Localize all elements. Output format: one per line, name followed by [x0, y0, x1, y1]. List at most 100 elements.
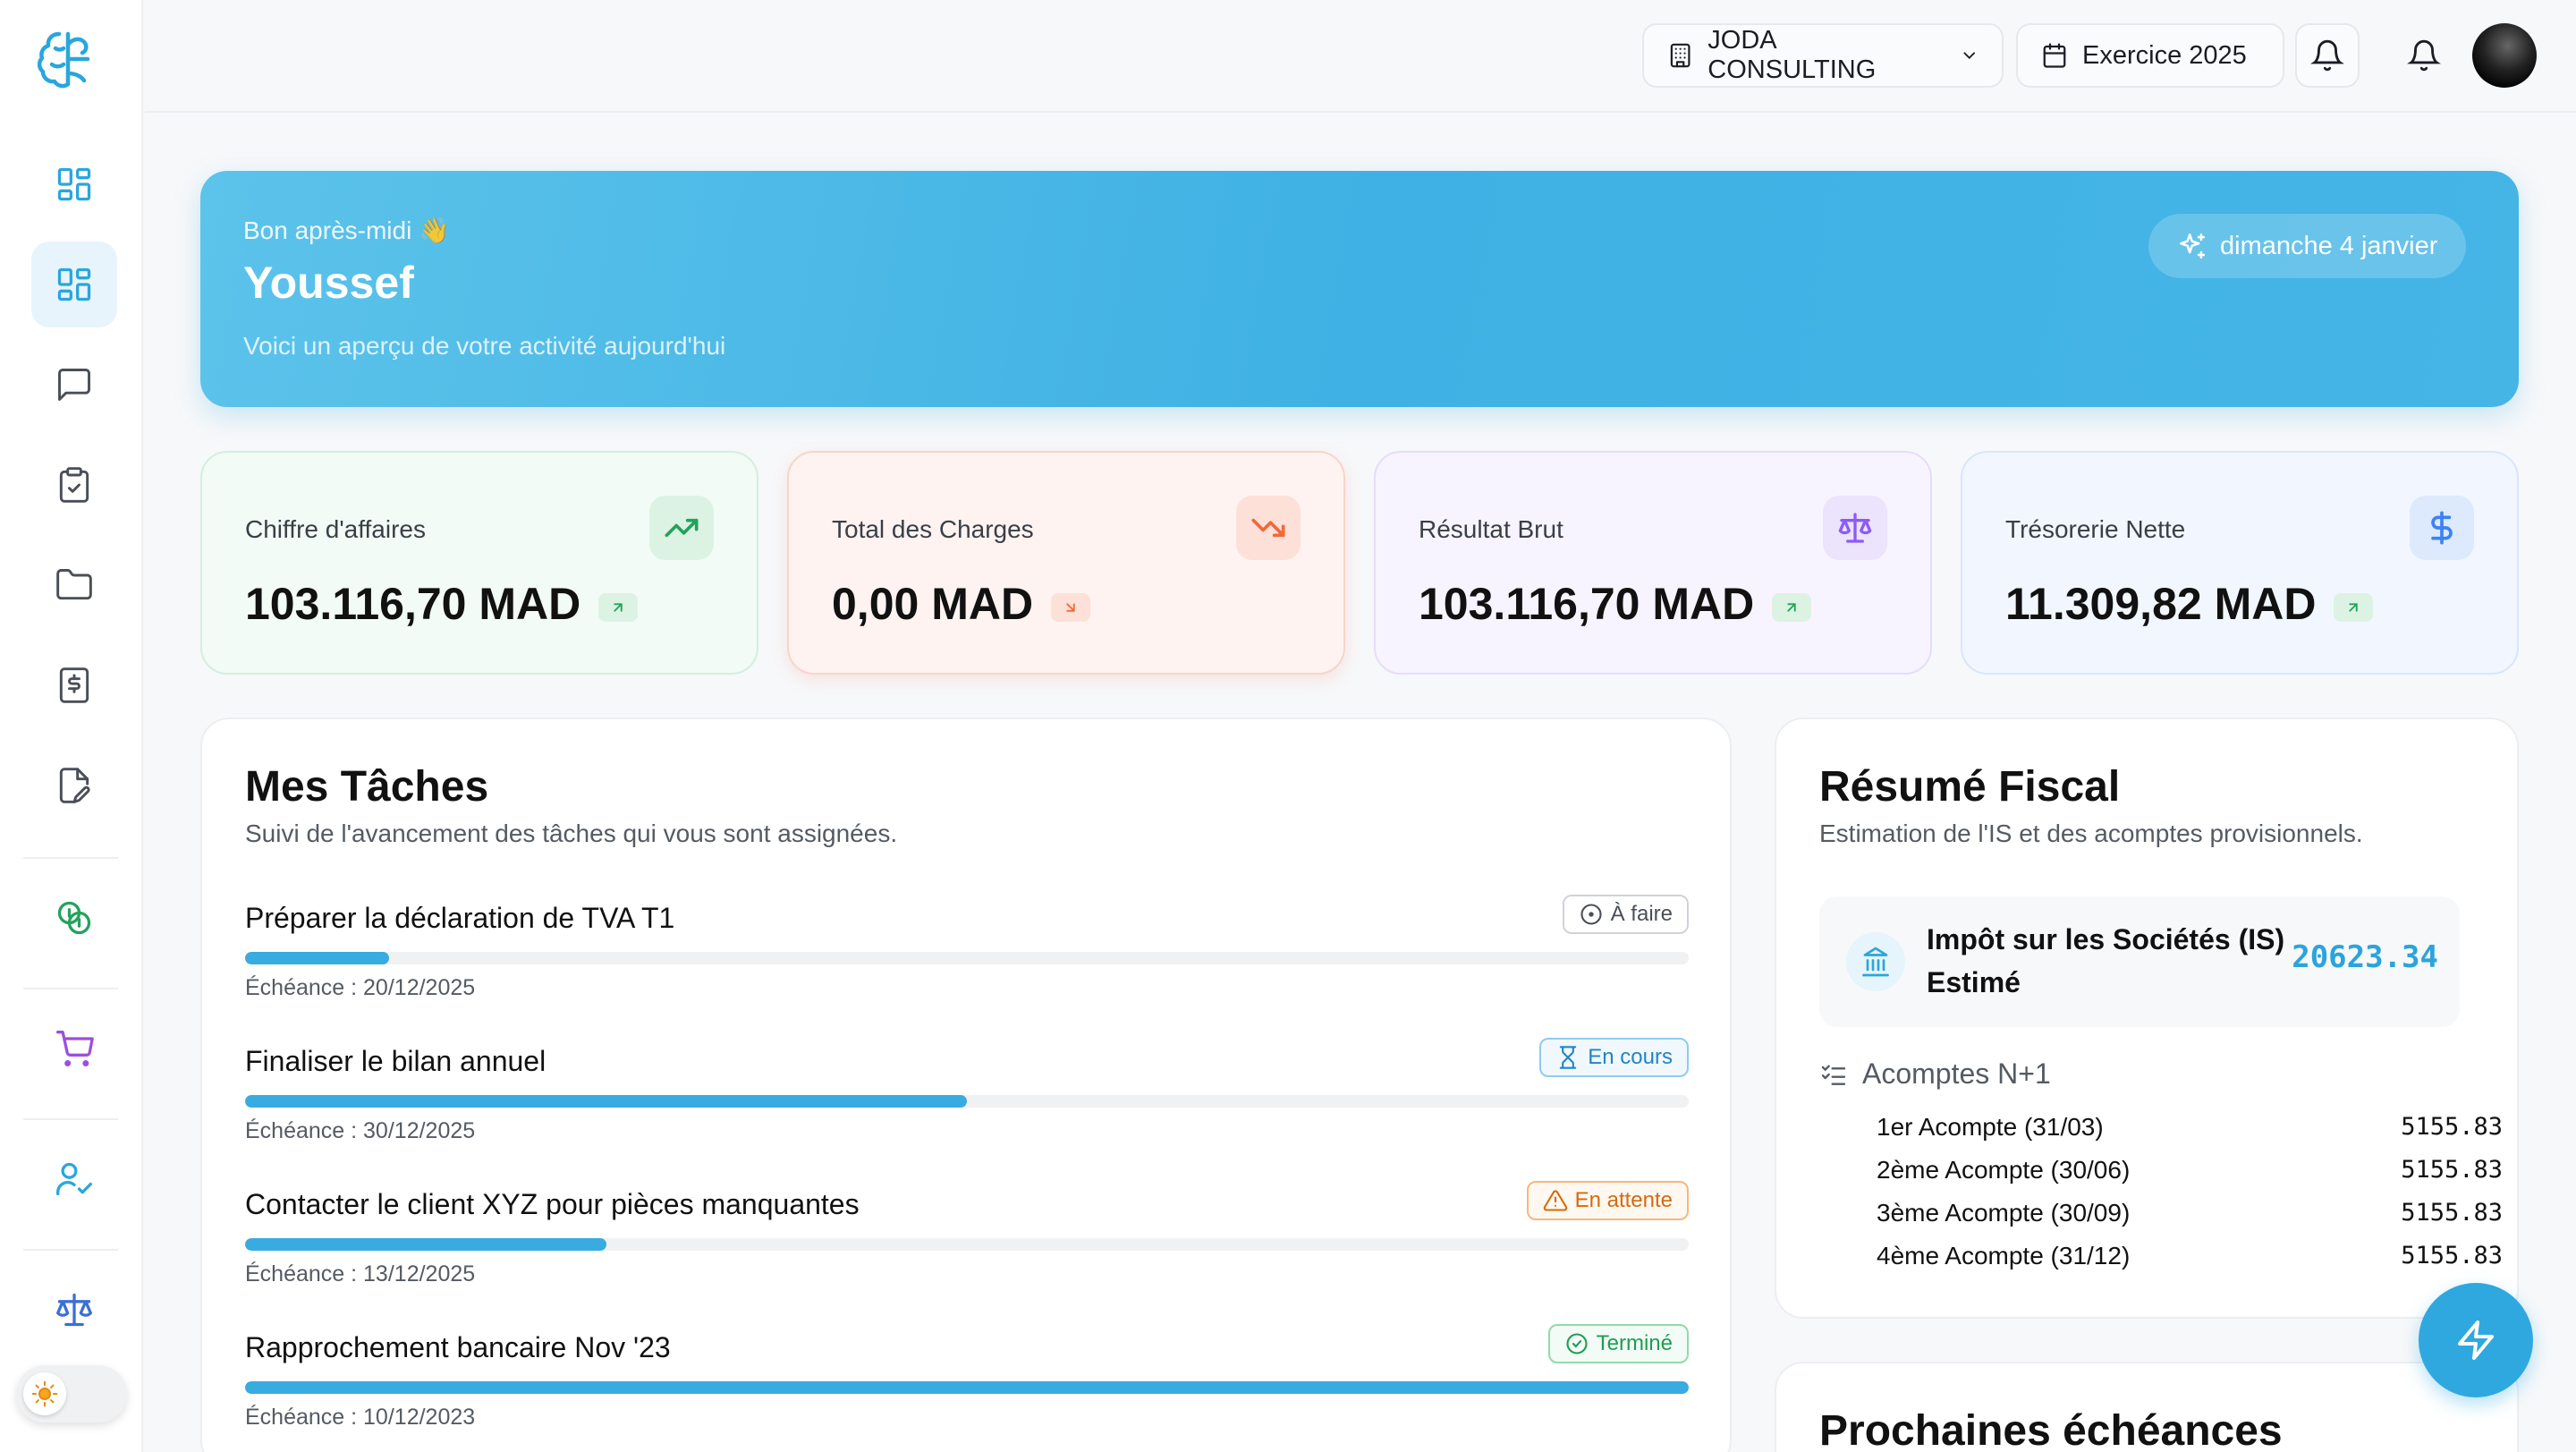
arrow-down-right-icon	[1051, 592, 1091, 622]
theme-toggle[interactable]	[16, 1365, 127, 1422]
user-name: Youssef	[243, 258, 414, 308]
acompte-row: 3ème Acompte (30/09) 5155.83	[1877, 1199, 2503, 1227]
sidebar-item-declarations[interactable]	[31, 743, 117, 828]
trending-up-icon	[649, 496, 714, 560]
kpi-label: Chiffre d'affaires	[245, 515, 426, 543]
kpi-value: 103.116,70 MAD	[245, 578, 639, 630]
sidebar-item-finance[interactable]	[31, 875, 117, 961]
sidebar-item-purchases[interactable]	[31, 1006, 117, 1091]
check-circle-icon	[1566, 1333, 1588, 1354]
date-pill: dimanche 4 janvier	[2148, 214, 2467, 278]
task-title: Préparer la déclaration de TVA T1	[245, 902, 675, 934]
kpi-label: Trésorerie Nette	[2005, 515, 2186, 543]
bell-icon	[2407, 39, 2441, 72]
task-due-date: Échéance : 10/12/2023	[245, 1405, 476, 1430]
notifications-button[interactable]	[2295, 23, 2360, 88]
exercise-label: Exercice 2025	[2082, 40, 2247, 70]
deadlines-card: Prochaines échéances	[1775, 1362, 2519, 1452]
sidebar-item-clients[interactable]	[31, 1136, 117, 1222]
acompte-row: 1er Acompte (31/03) 5155.83	[1877, 1113, 2503, 1141]
arrow-up-right-icon	[1772, 592, 1812, 622]
task-item[interactable]: Contacter le client XYZ pour pièces manq…	[245, 1181, 1689, 1313]
user-check-icon	[56, 1162, 92, 1196]
calendar-icon	[2043, 43, 2066, 68]
arrow-up-right-icon	[598, 592, 639, 622]
bell-icon	[2310, 39, 2344, 72]
lightning-icon	[2458, 1320, 2494, 1360]
sidebar-item-overview[interactable]	[31, 141, 117, 227]
list-check-icon	[1821, 1064, 1846, 1085]
coins-icon	[57, 901, 91, 935]
company-selector[interactable]: JODA CONSULTING	[1642, 23, 2004, 88]
status-badge: À faire	[1562, 895, 1689, 934]
building-icon	[1670, 43, 1690, 68]
sidebar-item-messages[interactable]	[31, 342, 117, 428]
task-due-date: Échéance : 13/12/2025	[245, 1261, 476, 1286]
task-progress	[245, 1238, 1689, 1251]
dashboard-icon	[57, 267, 91, 301]
sidebar-divider	[23, 1249, 118, 1251]
arrow-up-right-icon	[2334, 592, 2374, 622]
kpi-value: 103.116,70 MAD	[1419, 578, 1812, 630]
scale-icon	[56, 1293, 92, 1327]
dollar-icon	[2410, 496, 2474, 560]
clipboard-check-icon	[59, 467, 89, 503]
status-badge: En attente	[1526, 1181, 1689, 1220]
brain-logo[interactable]	[36, 27, 100, 89]
exercise-selector[interactable]: Exercice 2025	[2016, 23, 2284, 88]
hourglass-icon	[1560, 1046, 1577, 1069]
task-item[interactable]: Rapprochement bancaire Nov '23 Terminé É…	[245, 1324, 1689, 1452]
alerts-button[interactable]	[2392, 23, 2456, 88]
chevron-down-icon	[1963, 52, 1975, 59]
bank-icon	[1846, 932, 1905, 991]
kpi-label: Résultat Brut	[1419, 515, 1563, 543]
task-item[interactable]: Préparer la déclaration de TVA T1 À fair…	[245, 895, 1689, 1027]
sidebar-divider	[23, 1118, 118, 1120]
tasks-title: Mes Tâches	[245, 763, 489, 811]
tasks-card: Mes Tâches Suivi de l'avancement des tâc…	[200, 718, 1732, 1452]
is-label: Impôt sur les Sociétés (IS) Estimé	[1927, 923, 2285, 998]
is-estimate-box: Impôt sur les Sociétés (IS) Estimé 20623.…	[1819, 896, 2460, 1027]
receipt-dollar-icon	[59, 667, 89, 703]
status-badge: En cours	[1539, 1038, 1689, 1077]
fiscal-subtitle: Estimation de l'IS et des acomptes provi…	[1819, 819, 2363, 847]
task-progress	[245, 1381, 1689, 1394]
task-due-date: Échéance : 30/12/2025	[245, 1118, 476, 1143]
task-progress	[245, 952, 1689, 964]
message-icon	[58, 369, 90, 401]
kpi-card-revenue: Chiffre d'affaires 103.116,70 MAD	[200, 451, 758, 675]
fiscal-summary-card: Résumé Fiscal Estimation de l'IS et des …	[1775, 718, 2519, 1319]
sidebar-divider	[23, 857, 118, 859]
warning-icon	[1543, 1190, 1567, 1211]
avatar[interactable]	[2472, 23, 2537, 88]
kpi-card-result: Résultat Brut 103.116,70 MAD	[1374, 451, 1932, 675]
task-title: Contacter le client XYZ pour pièces manq…	[245, 1188, 860, 1220]
current-date: dimanche 4 janvier	[2220, 231, 2438, 260]
sun-icon	[23, 1372, 66, 1415]
sidebar-item-tasks[interactable]	[31, 442, 117, 528]
acompte-row: 2ème Acompte (30/06) 5155.83	[1877, 1156, 2503, 1184]
kpi-value: 0,00 MAD	[832, 578, 1091, 630]
fiscal-title: Résumé Fiscal	[1819, 763, 2121, 811]
banner-subtitle: Voici un aperçu de votre activité aujour…	[243, 332, 726, 360]
sidebar-item-legal[interactable]	[31, 1267, 117, 1353]
sparkles-icon	[2179, 233, 2206, 259]
task-title: Finaliser le bilan annuel	[245, 1045, 547, 1077]
kpi-label: Total des Charges	[832, 515, 1034, 543]
sidebar	[0, 0, 143, 1452]
cart-icon	[56, 1031, 94, 1066]
quick-action-button[interactable]	[2419, 1283, 2533, 1397]
is-value: 20623.34	[2292, 939, 2438, 975]
greeting: Bon après-midi 👋	[243, 217, 450, 244]
welcome-banner: Bon après-midi 👋 Youssef Voici un aperçu…	[200, 171, 2519, 407]
task-title: Rapprochement bancaire Nov '23	[245, 1331, 671, 1363]
scale-icon	[1823, 496, 1887, 560]
sidebar-item-dashboard[interactable]	[31, 242, 117, 327]
folder-icon	[56, 569, 92, 600]
file-edit-icon	[59, 768, 90, 803]
sidebar-item-documents[interactable]	[31, 542, 117, 628]
acomptes-heading: Acomptes N+1	[1819, 1057, 2051, 1091]
task-progress	[245, 1095, 1689, 1108]
task-item[interactable]: Finaliser le bilan annuel En cours Échéa…	[245, 1038, 1689, 1170]
sidebar-item-invoices[interactable]	[31, 642, 117, 728]
